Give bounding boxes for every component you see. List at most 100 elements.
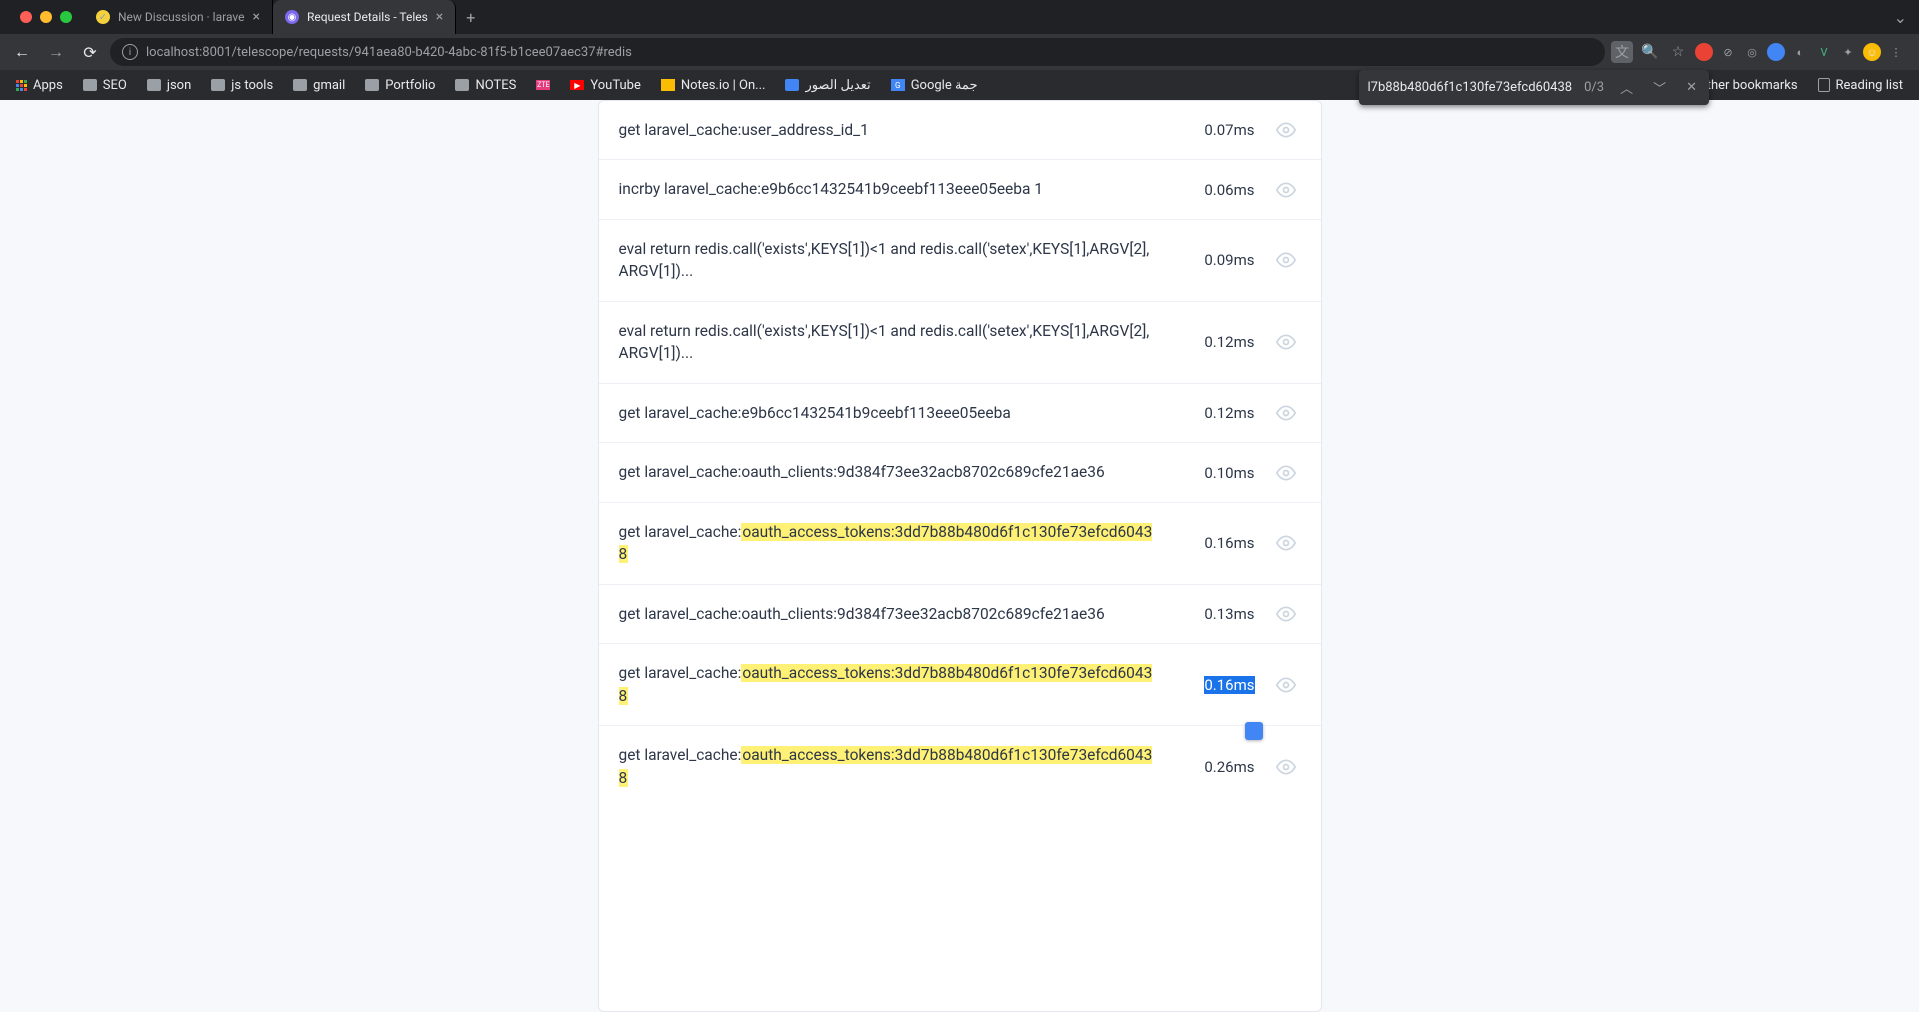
view-details-button[interactable]	[1271, 463, 1301, 483]
view-details-button[interactable]	[1271, 120, 1301, 140]
google-translate-icon: G	[891, 79, 905, 91]
view-details-button[interactable]	[1271, 757, 1301, 777]
back-button[interactable]: ←	[8, 38, 36, 66]
browser-chrome: ✓ New Discussion · larave × ◉ Request De…	[0, 0, 1919, 100]
menu-icon[interactable]: ⋮	[1887, 43, 1905, 61]
address-bar[interactable]: i localhost:8001/telescope/requests/941a…	[110, 38, 1605, 66]
bookmark-item[interactable]: تعديل الصور	[777, 74, 878, 97]
reading-list[interactable]: Reading list	[1810, 74, 1911, 97]
duration-text: 0.10ms	[1175, 464, 1255, 482]
duration-text: 0.09ms	[1175, 251, 1255, 269]
reading-list-icon	[1818, 78, 1830, 92]
find-next-button[interactable]: ﹀	[1649, 76, 1670, 99]
command-text: eval return redis.call('exists',KEYS[1])…	[619, 238, 1159, 283]
duration-text: 0.16ms	[1175, 534, 1255, 552]
view-details-button[interactable]	[1271, 332, 1301, 352]
tab-0[interactable]: ✓ New Discussion · larave ×	[84, 0, 273, 34]
extension-icon[interactable]	[1695, 43, 1713, 61]
extensions-menu-icon[interactable]: ✦	[1839, 43, 1857, 61]
command-text: get laravel_cache:user_address_id_1	[619, 119, 1159, 141]
close-window[interactable]	[20, 11, 32, 23]
bookmark-item[interactable]: Notes.io | On...	[653, 74, 774, 97]
view-details-button[interactable]	[1271, 403, 1301, 423]
folder-icon	[293, 79, 307, 91]
reload-button[interactable]: ⟳	[76, 38, 104, 66]
extension-icon[interactable]: ◐	[1791, 43, 1809, 61]
apps-icon	[16, 80, 27, 91]
find-count: 0/3	[1584, 80, 1604, 95]
folder-icon	[83, 79, 97, 91]
view-details-button[interactable]	[1271, 250, 1301, 270]
view-details-button[interactable]	[1271, 180, 1301, 200]
redis-command-row: get laravel_cache:oauth_access_tokens:3d…	[599, 644, 1321, 726]
favicon-icon: ◉	[285, 10, 299, 24]
close-tab-icon[interactable]: ×	[436, 9, 443, 25]
redis-command-row: eval return redis.call('exists',KEYS[1])…	[599, 220, 1321, 302]
redis-command-row: get laravel_cache:oauth_access_tokens:3d…	[599, 503, 1321, 585]
bookmark-item[interactable]: ZTE	[528, 76, 558, 94]
profile-avatar[interactable]: ☺	[1863, 43, 1881, 61]
command-text: incrby laravel_cache:e9b6cc1432541b9ceeb…	[619, 178, 1159, 200]
favicon-icon: ✓	[96, 10, 110, 24]
find-prev-button[interactable]: ︿	[1616, 76, 1637, 99]
redis-command-row: get laravel_cache:e9b6cc1432541b9ceebf11…	[599, 384, 1321, 443]
extension-icon[interactable]: ⊘	[1719, 43, 1737, 61]
maximize-window[interactable]	[60, 11, 72, 23]
bookmark-item[interactable]: Portfolio	[357, 74, 443, 97]
bookmark-item[interactable]: NOTES	[447, 74, 524, 97]
redis-command-row: incrby laravel_cache:e9b6cc1432541b9ceeb…	[599, 160, 1321, 219]
bookmark-star-icon[interactable]: ☆	[1667, 41, 1689, 63]
close-tab-icon[interactable]: ×	[252, 9, 259, 25]
image-edit-icon	[785, 79, 799, 91]
bookmark-item[interactable]: GGoogle جمة	[883, 74, 986, 97]
duration-text: 0.06ms	[1175, 181, 1255, 199]
view-details-button[interactable]	[1271, 675, 1301, 695]
tab-title: New Discussion · larave	[118, 10, 244, 24]
bookmark-item[interactable]: json	[139, 74, 199, 97]
redis-commands-panel: get laravel_cache:user_address_id_1 0.07m…	[598, 100, 1322, 1012]
apps-button[interactable]: Apps	[8, 74, 71, 97]
extension-icon[interactable]: ◎	[1743, 43, 1761, 61]
minimize-window[interactable]	[40, 11, 52, 23]
view-details-button[interactable]	[1271, 533, 1301, 553]
tab-strip: ✓ New Discussion · larave × ◉ Request De…	[0, 0, 1919, 34]
command-text: eval return redis.call('exists',KEYS[1])…	[619, 320, 1159, 365]
command-text: get laravel_cache:e9b6cc1432541b9ceebf11…	[619, 402, 1159, 424]
duration-text: 0.07ms	[1175, 121, 1255, 139]
extensions: ⊘ ◎ ◐ V ✦ ☺ ⋮	[1695, 43, 1911, 61]
bookmark-item[interactable]: js tools	[203, 74, 281, 97]
tab-1[interactable]: ◉ Request Details - Teles ×	[273, 0, 456, 34]
view-details-button[interactable]	[1271, 604, 1301, 624]
expand-tabs-icon[interactable]: ⌄	[1894, 8, 1919, 27]
command-text: get laravel_cache:oauth_clients:9d384f73…	[619, 603, 1159, 625]
folder-icon	[211, 79, 225, 91]
new-tab-button[interactable]: +	[456, 8, 485, 27]
notes-icon	[661, 79, 675, 91]
redis-command-row: get laravel_cache:oauth_clients:9d384f73…	[599, 585, 1321, 644]
bookmark-item[interactable]: ▶YouTube	[562, 74, 649, 97]
translate-icon[interactable]: 文	[1611, 41, 1633, 63]
redis-command-row: eval return redis.call('exists',KEYS[1])…	[599, 302, 1321, 384]
site-info-icon[interactable]: i	[122, 44, 138, 60]
extension-icon[interactable]: V	[1815, 43, 1833, 61]
duration-text: 0.26ms	[1175, 758, 1255, 776]
duration-text: 0.13ms	[1175, 605, 1255, 623]
extension-icon[interactable]	[1767, 43, 1785, 61]
search-icon[interactable]: 🔍	[1639, 41, 1661, 63]
url-text: localhost:8001/telescope/requests/941aea…	[146, 45, 632, 60]
window-controls	[8, 11, 84, 23]
command-text: get laravel_cache:oauth_access_tokens:3d…	[619, 521, 1159, 566]
find-close-button[interactable]: ✕	[1682, 78, 1701, 97]
duration-text: 0.12ms	[1175, 333, 1255, 351]
bookmark-item[interactable]: SEO	[75, 74, 135, 97]
find-in-page-bar: l7b88b480d6f1c130fe73efcd60438 0/3 ︿ ﹀ ✕	[1359, 70, 1709, 105]
find-query[interactable]: l7b88b480d6f1c130fe73efcd60438	[1367, 80, 1572, 95]
folder-icon	[147, 79, 161, 91]
folder-icon	[365, 79, 379, 91]
tab-title: Request Details - Teles	[307, 10, 428, 24]
command-text: get laravel_cache:oauth_clients:9d384f73…	[619, 461, 1159, 483]
bookmark-item[interactable]: gmail	[285, 74, 353, 97]
redis-command-row: get laravel_cache:oauth_access_tokens:3d…	[599, 726, 1321, 807]
page-content: get laravel_cache:user_address_id_1 0.07m…	[0, 100, 1919, 1012]
forward-button[interactable]: →	[42, 38, 70, 66]
